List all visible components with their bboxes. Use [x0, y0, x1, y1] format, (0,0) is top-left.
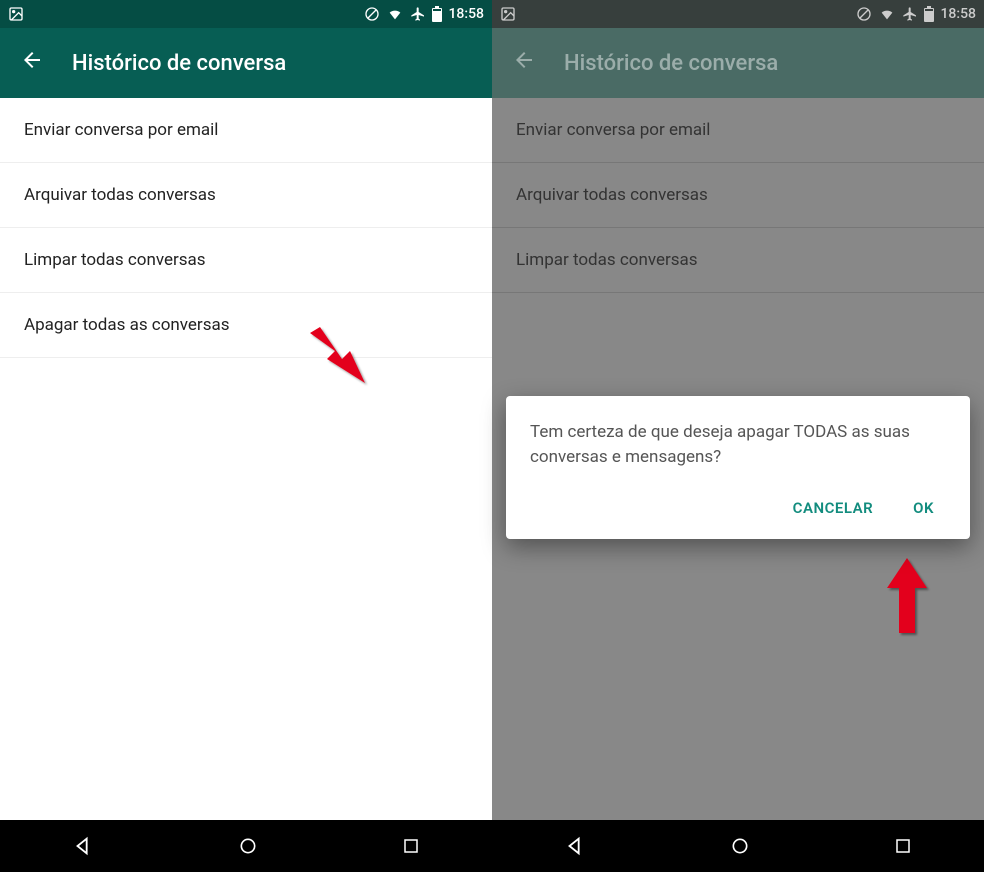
airplane-icon	[410, 6, 426, 22]
confirm-dialog: Tem certeza de que deseja apagar TODAS a…	[506, 396, 970, 539]
nav-recent-button[interactable]	[894, 837, 912, 855]
app-toolbar: Histórico de conversa	[0, 28, 492, 98]
status-time: 18:58	[940, 6, 976, 22]
menu-item-clear-all: Limpar todas conversas	[492, 228, 984, 293]
airplane-icon	[902, 6, 918, 22]
dialog-actions: CANCELAR OK	[530, 489, 946, 527]
nav-back-button[interactable]	[564, 835, 586, 857]
nav-home-button[interactable]	[730, 836, 750, 856]
wifi-icon	[878, 6, 896, 22]
android-nav-bar	[492, 820, 984, 872]
menu-item-label: Enviar conversa por email	[516, 120, 710, 140]
battery-icon	[924, 6, 934, 22]
page-title: Histórico de conversa	[564, 51, 778, 76]
menu-item-clear-all[interactable]: Limpar todas conversas	[0, 228, 492, 293]
content-area: Enviar conversa por email Arquivar todas…	[492, 98, 984, 820]
android-nav-bar	[0, 820, 492, 872]
wifi-icon	[386, 6, 404, 22]
nav-recent-button[interactable]	[402, 837, 420, 855]
status-bar: 18:58	[492, 0, 984, 28]
gallery-icon	[500, 6, 516, 22]
annotation-arrow-icon	[877, 553, 937, 643]
menu-item-archive-all[interactable]: Arquivar todas conversas	[0, 163, 492, 228]
content-area: Enviar conversa por email Arquivar todas…	[0, 98, 492, 820]
menu-item-delete-all[interactable]: Apagar todas as conversas	[0, 293, 492, 358]
cancel-button[interactable]: CANCELAR	[789, 489, 878, 527]
menu-item-label: Limpar todas conversas	[516, 250, 698, 270]
ok-button[interactable]: OK	[909, 489, 938, 527]
page-title: Histórico de conversa	[72, 51, 286, 76]
back-button[interactable]	[20, 48, 44, 78]
menu-item-label: Limpar todas conversas	[24, 250, 206, 270]
menu-item-label: Arquivar todas conversas	[516, 185, 708, 205]
status-bar: 18:58	[0, 0, 492, 28]
no-sim-icon	[364, 6, 380, 22]
dialog-message: Tem certeza de que deseja apagar TODAS a…	[530, 420, 946, 469]
menu-item-email-chat: Enviar conversa por email	[492, 98, 984, 163]
menu-item-label: Enviar conversa por email	[24, 120, 218, 140]
nav-home-button[interactable]	[238, 836, 258, 856]
phone-screen-right: 18:58 Histórico de conversa Enviar conve…	[492, 0, 984, 872]
battery-icon	[432, 6, 442, 22]
gallery-icon	[8, 6, 24, 22]
back-button	[512, 48, 536, 78]
phone-screen-left: 18:58 Histórico de conversa Enviar conve…	[0, 0, 492, 872]
menu-item-archive-all: Arquivar todas conversas	[492, 163, 984, 228]
menu-item-label: Arquivar todas conversas	[24, 185, 216, 205]
nav-back-button[interactable]	[72, 835, 94, 857]
menu-item-label: Apagar todas as conversas	[24, 315, 230, 335]
no-sim-icon	[856, 6, 872, 22]
menu-item-email-chat[interactable]: Enviar conversa por email	[0, 98, 492, 163]
app-toolbar: Histórico de conversa	[492, 28, 984, 98]
status-time: 18:58	[448, 6, 484, 22]
